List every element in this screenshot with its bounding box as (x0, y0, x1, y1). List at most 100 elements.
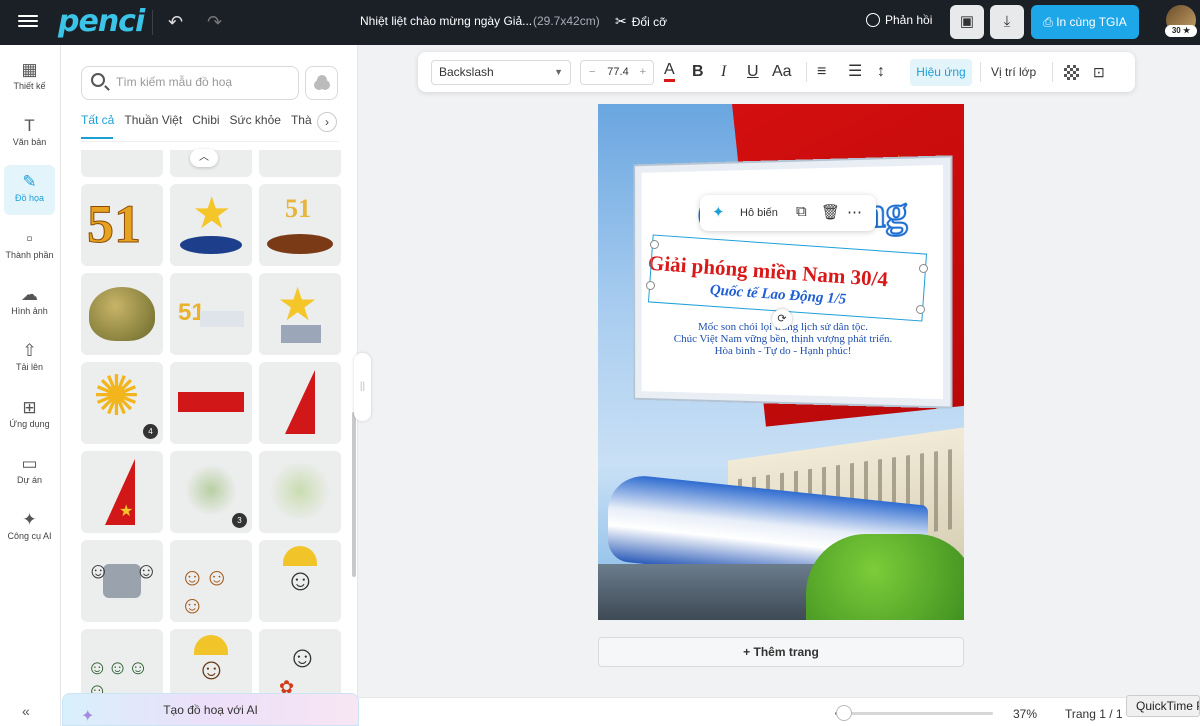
search-input[interactable] (116, 75, 291, 89)
poster-body-line: Hòa bình - Tự do - Hạnh phúc! (714, 345, 852, 357)
nav-item-label: Hình ảnh (11, 306, 48, 316)
underline-icon[interactable]: U (747, 61, 759, 83)
design-canvas[interactable]: ★ Chào mừng Giải phóng miền Nam 30/4 Quố… (598, 104, 964, 620)
graphic-tile-51-palace[interactable]: 51 (170, 273, 252, 355)
nav-item-apps[interactable]: ⊞ Ứng dụng (4, 391, 55, 441)
category-tab[interactable]: Thuần Việt (124, 113, 182, 127)
font-size-stepper[interactable]: − 77.4 + (580, 60, 654, 85)
graphic-tile-green-watercolor[interactable] (259, 451, 341, 533)
category-tab[interactable]: Tất cả (81, 113, 114, 127)
graphic-tile[interactable] (259, 150, 341, 177)
graphic-tile-soldier-helmet[interactable] (81, 273, 163, 355)
resize-button[interactable]: ✂ Đổi cỡ (615, 13, 667, 30)
graphic-tile-chibi-workers-sitting[interactable]: ☺☺☺ (170, 540, 252, 622)
line-spacing-icon[interactable]: ↕ (877, 61, 885, 83)
text-case-icon[interactable]: Aa (772, 61, 792, 83)
lock-icon[interactable]: ⊡ (1093, 61, 1105, 83)
nav-item-label: Đồ họa (14, 193, 45, 203)
panel-resize-handle[interactable]: || (354, 353, 371, 421)
resize-handle[interactable] (650, 240, 659, 249)
resize-handle[interactable] (916, 305, 925, 314)
italic-icon[interactable]: I (721, 61, 726, 83)
upload-icon: ⇧ (22, 341, 37, 360)
category-tab[interactable]: Chibi (192, 113, 219, 127)
layer-position-button[interactable]: Vị trí lớp (991, 65, 1036, 79)
graphic-tile-gold-star-blue-base[interactable]: ★ (170, 184, 252, 266)
feedback-button[interactable]: Phản hồi (866, 13, 932, 27)
font-family-select[interactable]: Backslash ▼ (431, 60, 571, 85)
nav-item-layout[interactable]: ▦ Thiết kế (4, 53, 55, 103)
redo-icon[interactable]: ↷ (207, 12, 222, 33)
graphic-tile-red-flag-star[interactable]: ★ (81, 451, 163, 533)
app-logo[interactable]: penci (58, 4, 145, 39)
document-title[interactable]: Nhiệt liệt chào mừng ngày Giả... (360, 14, 532, 28)
panel-scrollbar[interactable] (352, 412, 356, 577)
rotate-handle-icon[interactable]: ⟳ (772, 309, 792, 329)
chevron-right-icon[interactable]: › (317, 112, 337, 132)
scroll-up-button[interactable]: ︿ (190, 149, 218, 167)
nav-item-image[interactable]: ☁ Hình ảnh (4, 278, 55, 328)
magic-transform-button[interactable]: Hô biến (740, 207, 778, 219)
chat-bubble-icon (866, 13, 880, 27)
resize-label: Đổi cỡ (631, 15, 667, 29)
transparency-icon[interactable] (1064, 65, 1079, 80)
align-center-icon[interactable]: ≡ (817, 61, 826, 83)
side-nav: ▦ Thiết kế T Văn bản ✎ Đồ họa ▫ Thành phần ☁ Hình… (0, 45, 61, 726)
list-icon[interactable]: ☰ (848, 61, 862, 83)
magic-wand-icon[interactable]: ✦ (712, 203, 725, 221)
graphic-tile[interactable] (81, 150, 163, 177)
filter-dot (317, 75, 327, 85)
save-button[interactable]: ▣ (950, 5, 984, 39)
graphic-tile-sunflower[interactable]: ✺ 4 (81, 362, 163, 444)
category-tab[interactable]: Sức khỏe (230, 113, 281, 127)
font-family-value: Backslash (439, 65, 494, 79)
duplicate-icon[interactable]: ⧉ (796, 203, 807, 220)
graphic-tile-red-flag-corner[interactable] (259, 362, 341, 444)
decrease-size-button[interactable]: − (589, 61, 595, 84)
points-badge: 30 ★ (1165, 25, 1197, 37)
resize-handle[interactable] (919, 264, 928, 273)
nav-item-brush[interactable]: ✎ Đồ họa (4, 165, 55, 215)
search-icon (91, 73, 105, 87)
font-size-value[interactable]: 77.4 (606, 61, 630, 84)
bold-icon[interactable]: B (692, 61, 704, 83)
download-icon: ⤓ (1003, 13, 1011, 30)
ai-generate-label: Tạo đồ hoạ với AI (163, 703, 258, 717)
print-button[interactable]: ⎙ In cùng TGIA (1031, 5, 1139, 39)
ai-generate-button[interactable]: ✦ Tạo đồ hoạ với AI (62, 693, 359, 726)
graphic-tile-green-leaves[interactable]: 3 (170, 451, 252, 533)
graphic-tile-chibi-workers-pot[interactable]: ☺ ☺ (81, 540, 163, 622)
nav-item-upload[interactable]: ⇧ Tải lên (4, 334, 55, 384)
trash-icon[interactable]: 🗑 (821, 203, 840, 221)
nav-item-folder[interactable]: ▭ Dự án (4, 447, 55, 497)
nav-item-sparkle[interactable]: ✦ Công cụ AI (4, 503, 55, 553)
collapse-panel-icon[interactable]: « (22, 703, 30, 719)
nav-item-text[interactable]: T Văn bản (4, 109, 55, 159)
zoom-slider-knob[interactable] (836, 705, 853, 721)
graphic-tile-star-flag-building[interactable]: ★ (259, 273, 341, 355)
graphic-tile-number-51-gold[interactable]: 51 (81, 184, 163, 266)
text-color-icon[interactable]: A (664, 61, 675, 82)
download-button[interactable]: ⤓ (990, 5, 1024, 39)
resize-handle[interactable] (646, 281, 655, 290)
add-page-button[interactable]: + Thêm trang (598, 637, 964, 667)
nav-item-label: Thiết kế (13, 81, 46, 91)
image-icon: ☁ (21, 285, 38, 304)
search-box[interactable] (81, 66, 299, 100)
hamburger-menu-icon[interactable] (18, 12, 38, 32)
graphic-tile-red-ribbon[interactable] (170, 362, 252, 444)
graphics-grid: 51 ★ 51 51 ★ ✺ 4 ★ 3 ☺ ☺ ☺☺☺ ☺ ☺☺☺☺ ☺ ☺ ✿ (81, 150, 343, 726)
more-options-icon[interactable]: ⋯ (847, 203, 862, 221)
zoom-level[interactable]: 37% (1013, 707, 1037, 721)
increase-size-button[interactable]: + (640, 61, 646, 84)
folder-icon: ▭ (21, 454, 38, 473)
nav-item-components[interactable]: ▫ Thành phần (4, 222, 55, 272)
active-tab-underline (81, 137, 113, 139)
effects-button[interactable]: Hiệu ứng (910, 59, 972, 86)
undo-icon[interactable]: ↶ (168, 12, 183, 33)
graphic-tile-gold-51-bronze-base[interactable]: 51 (259, 184, 341, 266)
zoom-slider[interactable] (835, 712, 993, 715)
filter-button[interactable] (305, 66, 338, 100)
category-tab[interactable]: Thà (291, 113, 312, 127)
graphic-tile-chibi-worker-cheer[interactable]: ☺ (259, 540, 341, 622)
